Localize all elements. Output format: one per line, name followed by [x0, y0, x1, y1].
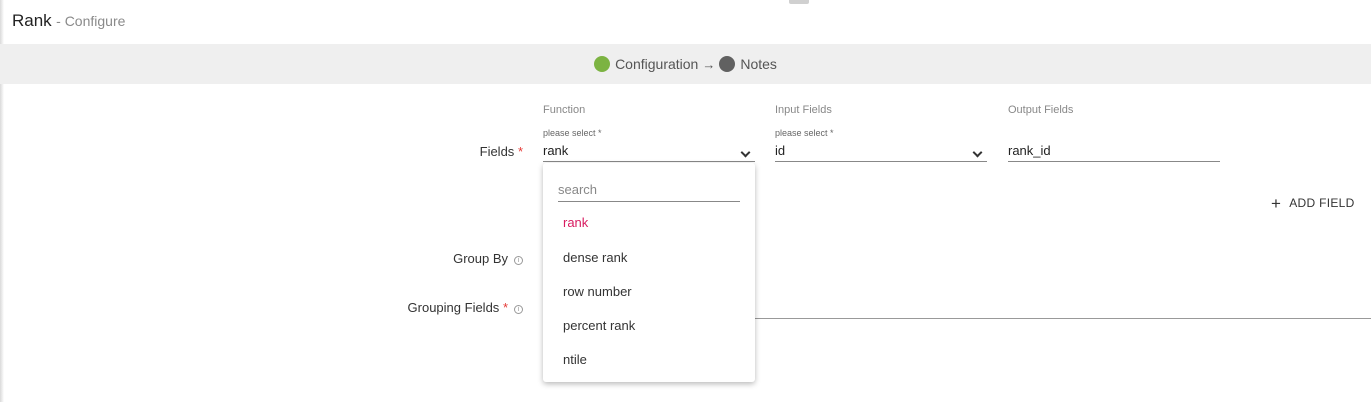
step-complete-icon	[594, 56, 611, 72]
fields-label: Fields *	[480, 144, 523, 159]
dropdown-option-row-number[interactable]: row number	[563, 284, 632, 299]
step-pending-icon	[719, 56, 736, 72]
page-title: Rank - Configure	[12, 11, 125, 31]
step-configuration[interactable]: Configuration	[594, 56, 698, 72]
dropdown-option-rank[interactable]: rank	[563, 215, 588, 230]
input-select-value: id	[775, 143, 786, 158]
step-arrow-icon: →	[702, 56, 716, 72]
plus-icon: +	[1271, 194, 1282, 213]
stepper-bar: Configuration → Notes	[0, 44, 1371, 84]
chevron-down-icon	[740, 147, 751, 158]
input-fields-select[interactable]: id	[775, 140, 987, 162]
function-hint: please select *	[543, 128, 602, 138]
drag-handle[interactable]	[789, 0, 809, 4]
title-subtitle: - Configure	[56, 13, 126, 29]
grouping-fields-input[interactable]	[755, 318, 1371, 319]
grouping-fields-label: Grouping Fields * i	[408, 300, 523, 315]
required-mark: *	[502, 300, 508, 315]
required-mark: *	[517, 144, 523, 159]
dropdown-option-ntile[interactable]: ntile	[563, 352, 587, 367]
title-main: Rank	[12, 11, 52, 30]
add-field-label: ADD FIELD	[1289, 196, 1355, 210]
dropdown-option-percent-rank[interactable]: percent rank	[563, 318, 635, 333]
dropdown-option-dense-rank[interactable]: dense rank	[563, 250, 627, 265]
column-header-input: Input Fields	[775, 104, 832, 116]
step-notes[interactable]: Notes	[719, 56, 777, 72]
dropdown-search-input[interactable]: search	[558, 182, 740, 202]
group-by-label: Group By i	[453, 251, 523, 266]
fields-label-text: Fields	[479, 144, 515, 159]
function-select-value: rank	[543, 143, 569, 158]
function-select[interactable]: rank	[543, 140, 755, 162]
grouping-fields-label-text: Grouping Fields	[407, 300, 500, 315]
column-header-output: Output Fields	[1008, 104, 1074, 116]
step-notes-label: Notes	[740, 56, 777, 72]
output-field-value: rank_id	[1008, 143, 1051, 158]
add-field-button[interactable]: + ADD FIELD	[1271, 194, 1355, 214]
chevron-down-icon	[972, 147, 983, 158]
info-icon[interactable]: i	[514, 256, 523, 265]
output-field-input[interactable]: rank_id	[1008, 140, 1220, 162]
input-hint: please select *	[775, 128, 834, 138]
group-by-label-text: Group By	[453, 251, 508, 266]
column-header-function: Function	[543, 104, 586, 116]
function-dropdown-menu: search rank dense rank row number percen…	[543, 163, 755, 382]
info-icon[interactable]: i	[514, 305, 523, 314]
step-configuration-label: Configuration	[615, 56, 699, 72]
